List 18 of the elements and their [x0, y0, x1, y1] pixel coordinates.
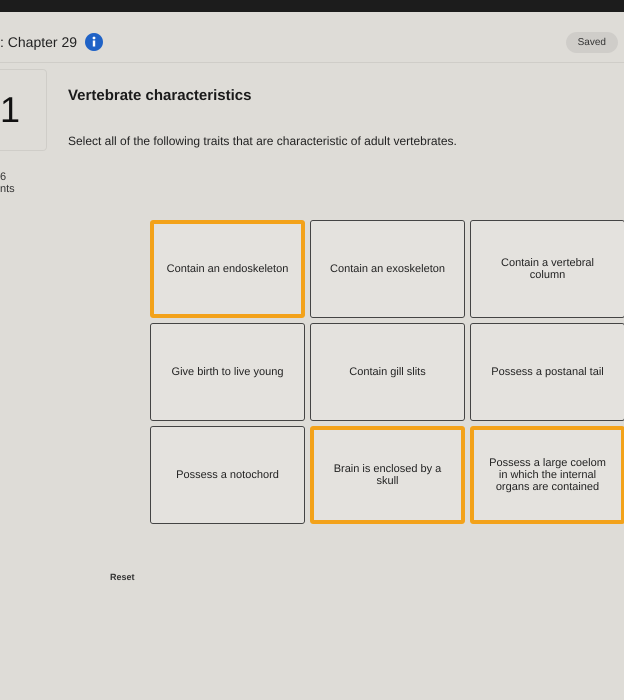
- points-label: nts: [0, 183, 16, 196]
- choice-option[interactable]: Possess a notochord: [150, 426, 305, 524]
- saved-status: Saved: [566, 32, 618, 52]
- choice-option[interactable]: Possess a large coelom in which the internal organs are contained: [470, 426, 624, 524]
- choice-option[interactable]: Contain a vertebral column: [470, 220, 624, 318]
- question-number: 1: [0, 69, 47, 151]
- points-value: 6: [0, 171, 8, 184]
- choice-option[interactable]: Give birth to live young: [150, 323, 305, 421]
- question-title: Vertebrate characteristics: [68, 87, 252, 104]
- chapter-title: : Chapter 29: [0, 34, 78, 50]
- choice-option[interactable]: Contain gill slits: [310, 323, 465, 421]
- question-instruction: Select all of the following traits that are characteristic of adult vertebrates.: [68, 134, 458, 148]
- choice-option[interactable]: Brain is enclosed by a skull: [310, 426, 465, 524]
- choice-option[interactable]: Contain an endoskeleton: [150, 220, 305, 318]
- choice-option[interactable]: Possess a postanal tail: [470, 323, 624, 421]
- choice-option[interactable]: Contain an exoskeleton: [310, 220, 465, 318]
- info-icon[interactable]: [85, 33, 104, 51]
- reset-button[interactable]: Reset: [110, 572, 135, 582]
